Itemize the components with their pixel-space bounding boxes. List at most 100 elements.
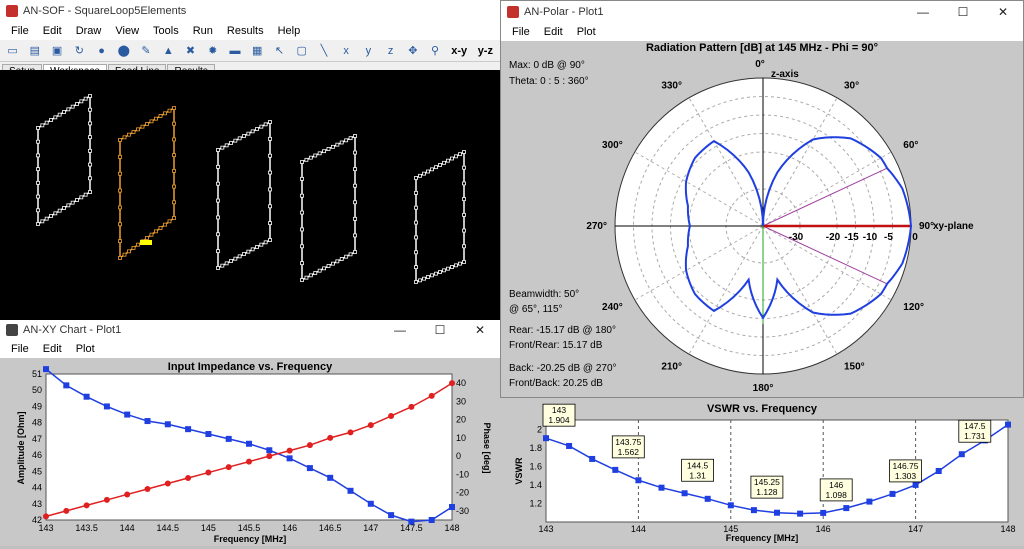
segment-node	[220, 263, 225, 268]
delete-icon[interactable]: ✖	[181, 42, 200, 60]
loop-element[interactable]	[415, 150, 465, 284]
rotate-y-icon[interactable]: y	[359, 42, 378, 60]
segment-node	[70, 104, 75, 109]
save-icon[interactable]: ▣	[47, 42, 66, 60]
segment-node	[308, 155, 313, 160]
xy-point	[164, 421, 171, 428]
comment-icon[interactable]: ▬	[225, 42, 244, 60]
menu-tools[interactable]: Tools	[146, 25, 186, 37]
xy-point	[266, 447, 273, 454]
view-yz-icon[interactable]: y-z	[474, 42, 497, 60]
segment-node	[418, 278, 422, 283]
segment-node	[353, 134, 357, 138]
cylinder-icon[interactable]: ⬤	[114, 42, 133, 60]
rotate-icon[interactable]: ↻	[70, 42, 89, 60]
radiation-pattern-chart: 0° 30° 60° 90° 120° 150° 180° 210° 240° 270° 300° 3…	[586, 59, 974, 394]
menu-file[interactable]: File	[505, 26, 537, 38]
feed-point[interactable]	[140, 240, 152, 245]
polar-radial-label: 0	[912, 232, 918, 243]
xy-point	[83, 502, 90, 509]
polar-title: AN-Polar - Plot1	[524, 6, 604, 18]
polar-radial-label: -10	[863, 232, 878, 243]
grid-icon[interactable]: ▦	[248, 42, 267, 60]
move-icon[interactable]: ✥	[403, 42, 422, 60]
menu-edit[interactable]: Edit	[537, 26, 570, 38]
xy-x-tick: 145	[201, 523, 216, 533]
segment-node	[259, 242, 264, 247]
annotation-frequency: 143	[552, 405, 566, 415]
xy-y2-tick: -10	[456, 469, 469, 479]
xy-point	[144, 418, 151, 425]
menu-plot[interactable]: Plot	[69, 343, 102, 355]
close-button[interactable]: ✕	[460, 320, 500, 340]
paint-icon[interactable]: ▲	[159, 42, 178, 60]
menu-help[interactable]: Help	[271, 25, 308, 37]
pencil-icon[interactable]: ✎	[136, 42, 155, 60]
segment-node	[300, 176, 304, 181]
xy-point	[225, 464, 232, 471]
segment-node	[66, 107, 71, 112]
xy-menubar: File Edit Plot	[0, 340, 500, 358]
segment-node	[300, 244, 304, 249]
menu-draw[interactable]: Draw	[69, 25, 109, 37]
segment-node	[462, 150, 466, 154]
pointer-icon[interactable]: ↖	[270, 42, 289, 60]
segment-node	[313, 271, 318, 275]
menu-results[interactable]: Results	[220, 25, 271, 37]
workspace-canvas[interactable]	[0, 70, 500, 320]
maximize-button[interactable]: ☐	[420, 320, 460, 340]
segment-node	[36, 167, 40, 172]
segment-node	[118, 138, 122, 142]
xy-point	[428, 392, 435, 399]
segment-node	[79, 99, 84, 104]
menu-view[interactable]: View	[108, 25, 146, 37]
segment-node	[300, 227, 304, 232]
select-rect-icon[interactable]: ▢	[292, 42, 311, 60]
segment-node	[339, 140, 344, 145]
segment-node	[317, 151, 322, 156]
rotate-x-icon[interactable]: x	[337, 42, 356, 60]
menu-run[interactable]: Run	[186, 25, 220, 37]
menu-plot[interactable]: Plot	[570, 26, 603, 38]
loop-element[interactable]	[119, 106, 175, 260]
menu-file[interactable]: File	[4, 25, 36, 37]
vswr-annotation: 145.251.128	[750, 475, 784, 499]
loop-element[interactable]	[37, 94, 91, 226]
segment-node	[216, 232, 220, 237]
segment-node	[430, 273, 434, 278]
xy-point	[246, 458, 252, 465]
new-file-icon[interactable]: ▭	[3, 42, 22, 60]
segment-node	[75, 198, 79, 202]
xy-y2-tick: 30	[456, 396, 466, 406]
vswr-point	[797, 510, 804, 517]
segment-node	[268, 120, 272, 124]
polar-angle-label: 0°	[755, 59, 765, 70]
gear-icon[interactable]: ✹	[203, 42, 222, 60]
polar-close-button[interactable]: ✕	[983, 1, 1023, 23]
segment-node	[255, 127, 259, 131]
minimize-button[interactable]: —	[380, 320, 420, 340]
circle-icon[interactable]: ●	[92, 42, 111, 60]
antenna-view[interactable]	[0, 70, 500, 320]
zoom-icon[interactable]: ⚲	[425, 42, 444, 60]
vswr-y-label: VSWR	[514, 457, 524, 485]
menu-edit[interactable]: Edit	[36, 25, 69, 37]
menu-file[interactable]: File	[4, 343, 36, 355]
line-icon[interactable]: ╲	[314, 42, 333, 60]
polar-maximize-button[interactable]: ☐	[943, 1, 983, 23]
polar-minimize-button[interactable]: —	[903, 1, 943, 23]
xy-point	[246, 440, 252, 447]
segment-node	[268, 204, 272, 209]
menu-edit[interactable]: Edit	[36, 343, 69, 355]
polar-angle-label: 300°	[602, 140, 623, 151]
view-xy-icon[interactable]: x-y	[448, 42, 471, 60]
rotate-z-icon[interactable]: z	[381, 42, 400, 60]
vswr-chart: 143 144 145 146 147 1481.21.41.61.82VSWR vs. …	[514, 403, 1016, 543]
xy-y2-tick: 40	[456, 378, 466, 388]
segment-node	[242, 134, 246, 138]
segment-node	[308, 273, 313, 278]
open-folder-icon[interactable]: ▤	[25, 42, 44, 60]
segment-node	[414, 250, 418, 255]
vswr-x-tick: 146	[816, 524, 831, 534]
segment-node	[216, 181, 220, 186]
